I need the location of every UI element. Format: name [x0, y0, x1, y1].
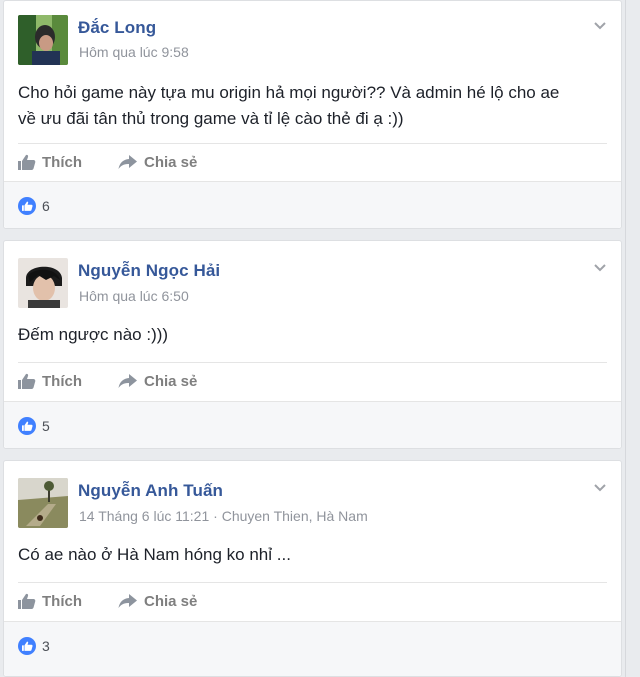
- post-timestamp[interactable]: Hôm qua lúc 9:58: [79, 44, 189, 60]
- chevron-down-icon[interactable]: [593, 19, 607, 33]
- chevron-down-icon[interactable]: [593, 481, 607, 495]
- share-label: Chia sẻ: [144, 153, 198, 171]
- thumbs-up-icon: [18, 373, 36, 389]
- share-arrow-icon: [118, 374, 137, 388]
- like-button[interactable]: Thích: [18, 593, 82, 610]
- avatar[interactable]: [18, 478, 68, 528]
- like-badge-icon: [18, 637, 36, 655]
- post-text-line: Cho hỏi game này tựa mu origin hả mọi ng…: [18, 83, 560, 102]
- timestamp-text[interactable]: Hôm qua lúc 9:58: [79, 44, 189, 60]
- post-text: Cho hỏi game này tựa mu origin hả mọi ng…: [18, 80, 607, 132]
- like-count-value: 6: [42, 198, 50, 214]
- divider: [18, 143, 607, 144]
- share-button[interactable]: Chia sẻ: [118, 373, 197, 390]
- post-text: Có ae nào ở Hà Nam hóng ko nhỉ ...: [18, 542, 607, 568]
- like-count-value: 5: [42, 418, 50, 434]
- post-footer: 5: [4, 401, 621, 448]
- post-actions: Thích Chia sẻ: [18, 590, 233, 612]
- like-button[interactable]: Thích: [18, 373, 82, 390]
- like-badge-icon: [18, 197, 36, 215]
- thumbs-up-icon: [18, 593, 36, 609]
- author-name[interactable]: Nguyễn Ngọc Hải: [78, 261, 220, 281]
- like-button[interactable]: Thích: [18, 154, 82, 171]
- timestamp-text[interactable]: 14 Tháng 6 lúc 11:21: [79, 508, 209, 524]
- share-button[interactable]: Chia sẻ: [118, 154, 197, 171]
- chevron-down-icon[interactable]: [593, 261, 607, 275]
- avatar[interactable]: [18, 15, 68, 65]
- post-card: Đắc Long Hôm qua lúc 9:58 Cho hỏi game n…: [3, 0, 622, 229]
- like-count[interactable]: 6: [18, 197, 50, 215]
- like-label: Thích: [42, 592, 82, 610]
- post-actions: Thích Chia sẻ: [18, 370, 233, 392]
- share-button[interactable]: Chia sẻ: [118, 593, 197, 610]
- avatar[interactable]: [18, 258, 68, 308]
- post-text-line: về ưu đãi tân thủ trong game và tỉ lệ cà…: [18, 109, 404, 128]
- like-count[interactable]: 5: [18, 417, 50, 435]
- post-text-line: Có ae nào ở Hà Nam hóng ko nhỉ ...: [18, 545, 291, 564]
- like-label: Thích: [42, 372, 82, 390]
- share-label: Chia sẻ: [144, 592, 198, 610]
- post-footer: 3: [4, 621, 621, 676]
- post-footer: 6: [4, 181, 621, 228]
- like-label: Thích: [42, 153, 82, 171]
- post-text: Đếm ngược nào :))): [18, 322, 607, 348]
- like-count-value: 3: [42, 638, 50, 654]
- right-gutter: [625, 0, 640, 677]
- like-count[interactable]: 3: [18, 637, 50, 655]
- divider: [18, 582, 607, 583]
- like-badge-icon: [18, 417, 36, 435]
- post-text-line: Đếm ngược nào :))): [18, 325, 169, 344]
- post-card: Nguyễn Anh Tuấn 14 Tháng 6 lúc 11:21 · C…: [3, 460, 622, 677]
- timestamp-text[interactable]: Hôm qua lúc 6:50: [79, 288, 189, 304]
- divider: [18, 362, 607, 363]
- post-actions: Thích Chia sẻ: [18, 151, 233, 173]
- share-arrow-icon: [118, 155, 137, 169]
- location-text[interactable]: · Chuyen Thien, Hà Nam: [209, 508, 368, 524]
- author-name[interactable]: Đắc Long: [78, 18, 156, 38]
- thumbs-up-icon: [18, 154, 36, 170]
- post-timestamp[interactable]: Hôm qua lúc 6:50: [79, 288, 189, 304]
- share-arrow-icon: [118, 594, 137, 608]
- post-card: Nguyễn Ngọc Hải Hôm qua lúc 6:50 Đếm ngư…: [3, 240, 622, 449]
- author-name[interactable]: Nguyễn Anh Tuấn: [78, 481, 223, 501]
- share-label: Chia sẻ: [144, 372, 198, 390]
- post-timestamp[interactable]: 14 Tháng 6 lúc 11:21 · Chuyen Thien, Hà …: [79, 508, 368, 524]
